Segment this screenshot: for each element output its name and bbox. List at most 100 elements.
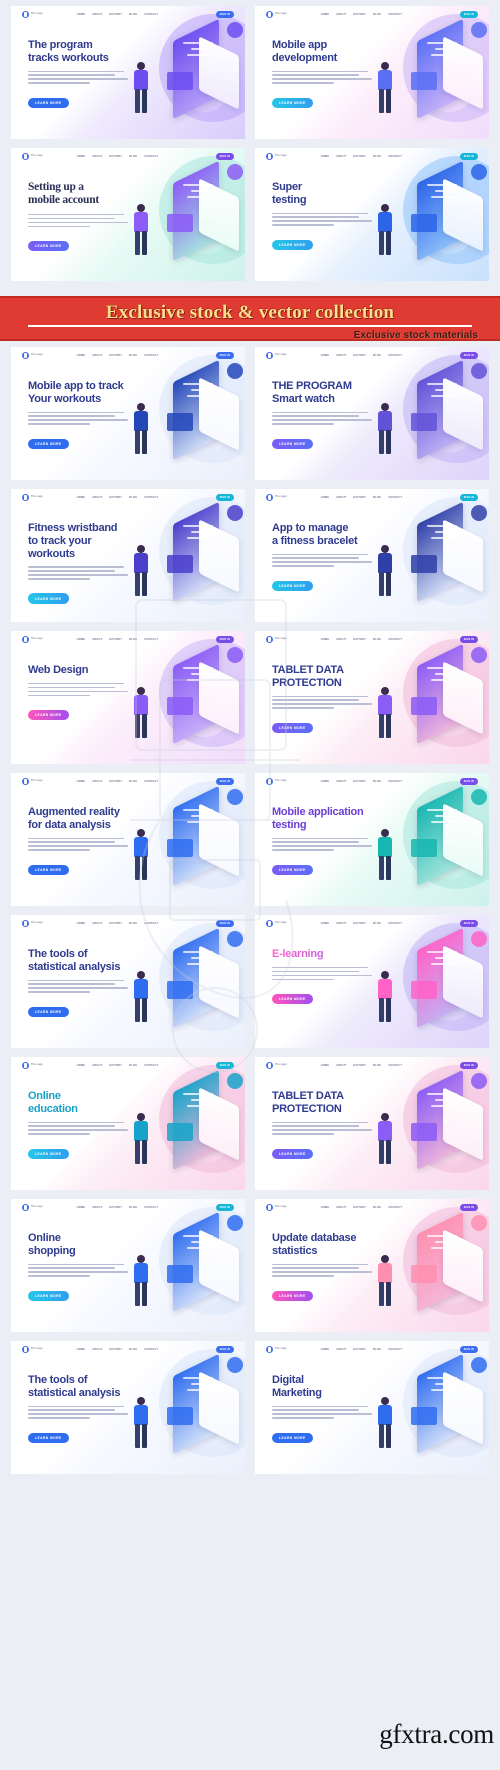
nav-item-contact[interactable]: CONTACT — [388, 1064, 402, 1067]
nav-item-history[interactable]: HISTORY — [109, 354, 122, 357]
learn-more-button[interactable]: LEARN MORE — [272, 1432, 313, 1444]
nav-item-home[interactable]: HOME — [321, 638, 330, 641]
learn-more-button[interactable]: LEARN MORE — [272, 239, 313, 251]
nav-item-contact[interactable]: CONTACT — [144, 1064, 158, 1067]
sign-in-button[interactable]: SIGN IN — [215, 1346, 234, 1353]
nav-item-history[interactable]: HISTORY — [109, 496, 122, 499]
nav-item-about[interactable]: ABOUT — [92, 922, 102, 925]
nav-item-home[interactable]: HOME — [77, 354, 86, 357]
nav-item-home[interactable]: HOME — [77, 922, 86, 925]
nav-item-blog[interactable]: BLOG — [373, 780, 381, 783]
sign-in-button[interactable]: SIGN IN — [459, 920, 478, 927]
nav-item-blog[interactable]: BLOG — [129, 1064, 137, 1067]
sign-in-button[interactable]: SIGN IN — [459, 1204, 478, 1211]
preview-card[interactable]: The Logo HOME ABOUT HISTORY BLOG CONTACT SIG… — [11, 631, 245, 764]
sign-in-button[interactable]: SIGN IN — [459, 11, 478, 18]
nav-item-about[interactable]: ABOUT — [336, 354, 346, 357]
nav-item-blog[interactable]: BLOG — [129, 780, 137, 783]
nav-item-home[interactable]: HOME — [321, 354, 330, 357]
nav-item-home[interactable]: HOME — [321, 780, 330, 783]
sign-in-button[interactable]: SIGN IN — [215, 11, 234, 18]
nav-item-about[interactable]: ABOUT — [92, 354, 102, 357]
preview-card[interactable]: The Logo HOME ABOUT HISTORY BLOG CONTACT SIG… — [11, 347, 245, 480]
nav-item-history[interactable]: HISTORY — [353, 638, 366, 641]
sign-in-button[interactable]: SIGN IN — [459, 636, 478, 643]
logo[interactable]: The Logo — [266, 1062, 287, 1069]
nav-item-contact[interactable]: CONTACT — [144, 780, 158, 783]
nav-item-blog[interactable]: BLOG — [373, 1064, 381, 1067]
sign-in-button[interactable]: SIGN IN — [215, 1062, 234, 1069]
sign-in-button[interactable]: SIGN IN — [215, 352, 234, 359]
nav-item-history[interactable]: HISTORY — [109, 780, 122, 783]
nav-item-history[interactable]: HISTORY — [353, 1064, 366, 1067]
nav-item-blog[interactable]: BLOG — [373, 13, 381, 16]
nav-item-about[interactable]: ABOUT — [336, 922, 346, 925]
logo[interactable]: The Logo — [266, 1346, 287, 1353]
preview-card[interactable]: The Logo HOME ABOUT HISTORY BLOG CONTACT SIG… — [255, 1199, 489, 1332]
learn-more-button[interactable]: LEARN MORE — [28, 1432, 69, 1444]
nav-item-contact[interactable]: CONTACT — [388, 13, 402, 16]
nav-item-history[interactable]: HISTORY — [353, 1206, 366, 1209]
sign-in-button[interactable]: SIGN IN — [215, 153, 234, 160]
logo[interactable]: The Logo — [22, 636, 43, 643]
logo[interactable]: The Logo — [22, 1204, 43, 1211]
learn-more-button[interactable]: LEARN MORE — [272, 722, 313, 734]
nav-item-contact[interactable]: CONTACT — [144, 354, 158, 357]
nav-item-home[interactable]: HOME — [321, 155, 330, 158]
nav-item-history[interactable]: HISTORY — [109, 1348, 122, 1351]
learn-more-button[interactable]: LEARN MORE — [28, 240, 69, 252]
nav-item-contact[interactable]: CONTACT — [144, 1206, 158, 1209]
preview-card[interactable]: The Logo HOME ABOUT HISTORY BLOG CONTACT SIG… — [11, 1199, 245, 1332]
nav-item-contact[interactable]: CONTACT — [388, 780, 402, 783]
preview-card[interactable]: The Logo HOME ABOUT HISTORY BLOG CONTACT SIG… — [255, 148, 489, 281]
logo[interactable]: The Logo — [22, 153, 43, 160]
nav-item-blog[interactable]: BLOG — [129, 13, 137, 16]
nav-item-home[interactable]: HOME — [77, 13, 86, 16]
learn-more-button[interactable]: LEARN MORE — [272, 438, 313, 450]
learn-more-button[interactable]: LEARN MORE — [28, 864, 69, 876]
nav-item-contact[interactable]: CONTACT — [388, 1348, 402, 1351]
learn-more-button[interactable]: LEARN MORE — [28, 1148, 69, 1160]
nav-item-about[interactable]: ABOUT — [92, 638, 102, 641]
nav-item-about[interactable]: ABOUT — [92, 13, 102, 16]
nav-item-history[interactable]: HISTORY — [353, 354, 366, 357]
sign-in-button[interactable]: SIGN IN — [459, 153, 478, 160]
nav-item-contact[interactable]: CONTACT — [388, 354, 402, 357]
logo[interactable]: The Logo — [22, 1346, 43, 1353]
preview-card[interactable]: The Logo HOME ABOUT HISTORY BLOG CONTACT SIG… — [11, 489, 245, 622]
nav-item-history[interactable]: HISTORY — [353, 13, 366, 16]
learn-more-button[interactable]: LEARN MORE — [272, 1148, 313, 1160]
nav-item-history[interactable]: HISTORY — [109, 13, 122, 16]
nav-item-blog[interactable]: BLOG — [373, 1206, 381, 1209]
logo[interactable]: The Logo — [22, 1062, 43, 1069]
sign-in-button[interactable]: SIGN IN — [215, 636, 234, 643]
nav-item-blog[interactable]: BLOG — [129, 638, 137, 641]
sign-in-button[interactable]: SIGN IN — [215, 494, 234, 501]
preview-card[interactable]: The Logo HOME ABOUT HISTORY BLOG CONTACT SIG… — [255, 915, 489, 1048]
nav-item-about[interactable]: ABOUT — [336, 1206, 346, 1209]
nav-item-about[interactable]: ABOUT — [336, 155, 346, 158]
sign-in-button[interactable]: SIGN IN — [215, 1204, 234, 1211]
nav-item-contact[interactable]: CONTACT — [144, 1348, 158, 1351]
nav-item-contact[interactable]: CONTACT — [388, 1206, 402, 1209]
logo[interactable]: The Logo — [266, 1204, 287, 1211]
learn-more-button[interactable]: LEARN MORE — [28, 593, 69, 604]
nav-item-home[interactable]: HOME — [77, 1064, 86, 1067]
preview-card[interactable]: The Logo HOME ABOUT HISTORY BLOG CONTACT SIG… — [255, 631, 489, 764]
nav-item-about[interactable]: ABOUT — [336, 13, 346, 16]
learn-more-button[interactable]: LEARN MORE — [28, 1006, 69, 1018]
nav-item-contact[interactable]: CONTACT — [144, 496, 158, 499]
nav-item-history[interactable]: HISTORY — [109, 155, 122, 158]
nav-item-about[interactable]: ABOUT — [336, 1064, 346, 1067]
logo[interactable]: The Logo — [22, 352, 43, 359]
sign-in-button[interactable]: SIGN IN — [459, 494, 478, 501]
nav-item-home[interactable]: HOME — [321, 1348, 330, 1351]
nav-item-home[interactable]: HOME — [77, 1206, 86, 1209]
nav-item-home[interactable]: HOME — [321, 1206, 330, 1209]
nav-item-blog[interactable]: BLOG — [129, 1206, 137, 1209]
nav-item-blog[interactable]: BLOG — [129, 496, 137, 499]
learn-more-button[interactable]: LEARN MORE — [28, 97, 69, 109]
logo[interactable]: The Logo — [266, 778, 287, 785]
nav-item-blog[interactable]: BLOG — [373, 496, 381, 499]
learn-more-button[interactable]: LEARN MORE — [28, 438, 69, 450]
